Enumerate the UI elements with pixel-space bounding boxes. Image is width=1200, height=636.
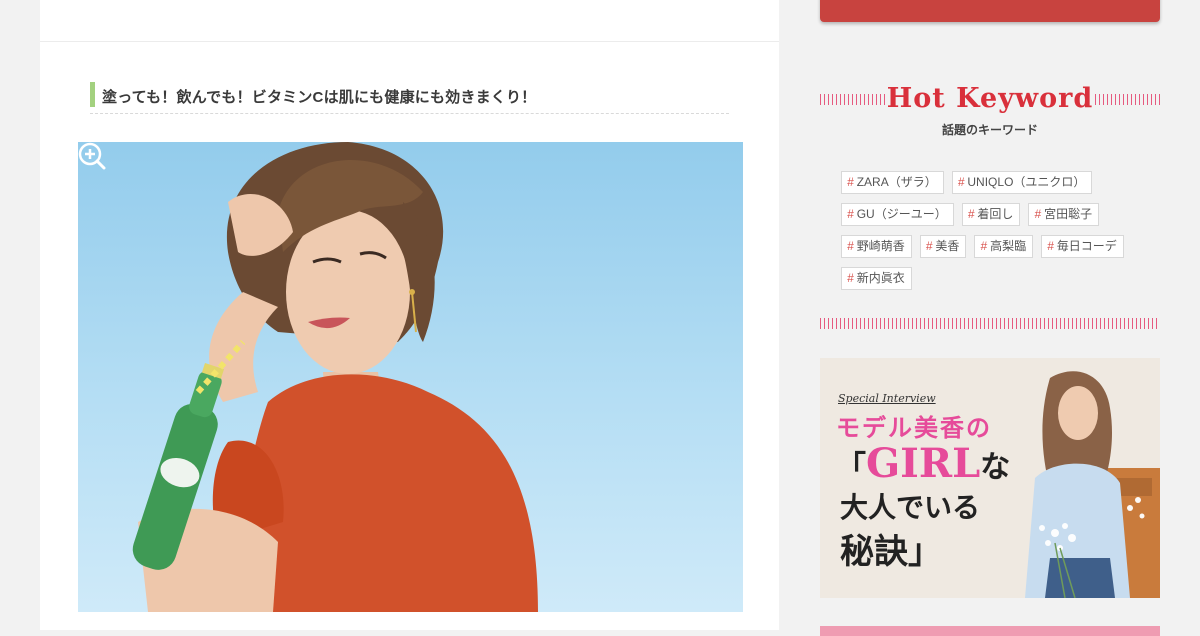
hot-keyword-title: Hot Keyword (886, 83, 1094, 114)
keyword-label: UNIQLO（ユニクロ） (967, 175, 1086, 189)
article-heading: 塗っても！飲んでも！ビタミンCは肌にも健康にも効きまくり！ (90, 82, 729, 114)
keyword-tag[interactable]: # ZARA（ザラ） (841, 171, 944, 194)
keyword-label: 宮田聡子 (1044, 207, 1093, 221)
article-heading-text: 塗っても！飲んでも！ビタミンCは肌にも健康にも効きまくり！ (102, 89, 537, 106)
promo-banner[interactable]: Special Interview モデル美香の 「GIRLな 大人でいる 秘訣… (820, 358, 1160, 598)
hero-photo (132, 142, 538, 612)
keyword-divider-stripes (820, 318, 1160, 329)
keyword-label: GU（ジーユー） (856, 207, 947, 221)
main-column: 塗っても！飲んでも！ビタミンCは肌にも健康にも効きまくり！ (40, 0, 779, 630)
promo-title-line4: 秘訣」 (840, 532, 942, 572)
keyword-tag[interactable]: # 野崎萌香 (841, 235, 912, 258)
promo-title-line3: 大人でいる (840, 491, 981, 524)
keyword-tag[interactable]: # UNIQLO（ユニクロ） (951, 171, 1093, 194)
hash-icon: # (847, 271, 854, 285)
promo-kicker: Special Interview (838, 392, 936, 405)
hash-icon: # (847, 175, 854, 189)
hash-icon: # (967, 207, 975, 221)
top-strip (40, 0, 779, 42)
hash-icon: # (847, 207, 854, 221)
keyword-tag[interactable]: # 美香 (919, 235, 967, 258)
hash-icon: # (957, 175, 965, 189)
promo-open-bracket: 「 (836, 450, 866, 485)
keyword-label: 野崎萌香 (856, 239, 905, 253)
next-banner-edge[interactable] (820, 626, 1160, 636)
hot-keyword-subtitle: 話題のキーワード (941, 123, 1038, 137)
keyword-label: 着回し (977, 207, 1014, 221)
keyword-tag[interactable]: # 毎日コーデ (1041, 235, 1124, 258)
keyword-tag[interactable]: # 新内眞衣 (841, 267, 912, 290)
keyword-tag[interactable]: # 着回し (961, 203, 1021, 226)
hash-icon: # (1034, 207, 1042, 221)
keyword-tag[interactable]: # 宮田聡子 (1028, 203, 1100, 226)
hash-icon: # (980, 239, 988, 253)
keyword-label: 高梨臨 (990, 239, 1027, 253)
hash-icon: # (1047, 239, 1054, 253)
promo-na-text: な (980, 450, 1011, 485)
keyword-tag[interactable]: # 高梨臨 (974, 235, 1034, 258)
keyword-label: ZARA（ザラ） (856, 175, 937, 189)
promo-girl-text: GIRL (866, 440, 981, 487)
keyword-label: 新内眞衣 (856, 271, 905, 285)
hero-image[interactable] (78, 142, 743, 612)
sidebar-red-button[interactable] (820, 0, 1160, 22)
promo-title-line2: 「GIRLな (836, 440, 1010, 492)
keyword-list: # ZARA（ザラ） # UNIQLO（ユニクロ） # GU（ジーユー） # 着回し # 宮田聡子… (841, 171, 1141, 290)
hash-icon: # (925, 239, 933, 253)
hash-icon: # (847, 239, 854, 253)
heading-accent-bar (90, 82, 95, 107)
zoom-in-icon[interactable] (78, 142, 106, 170)
keyword-label: 毎日コーデ (1056, 239, 1117, 253)
keyword-label: 美香 (935, 239, 960, 253)
keyword-tag[interactable]: # GU（ジーユー） (841, 203, 954, 226)
promo-title-line1: モデル美香の (836, 415, 992, 442)
